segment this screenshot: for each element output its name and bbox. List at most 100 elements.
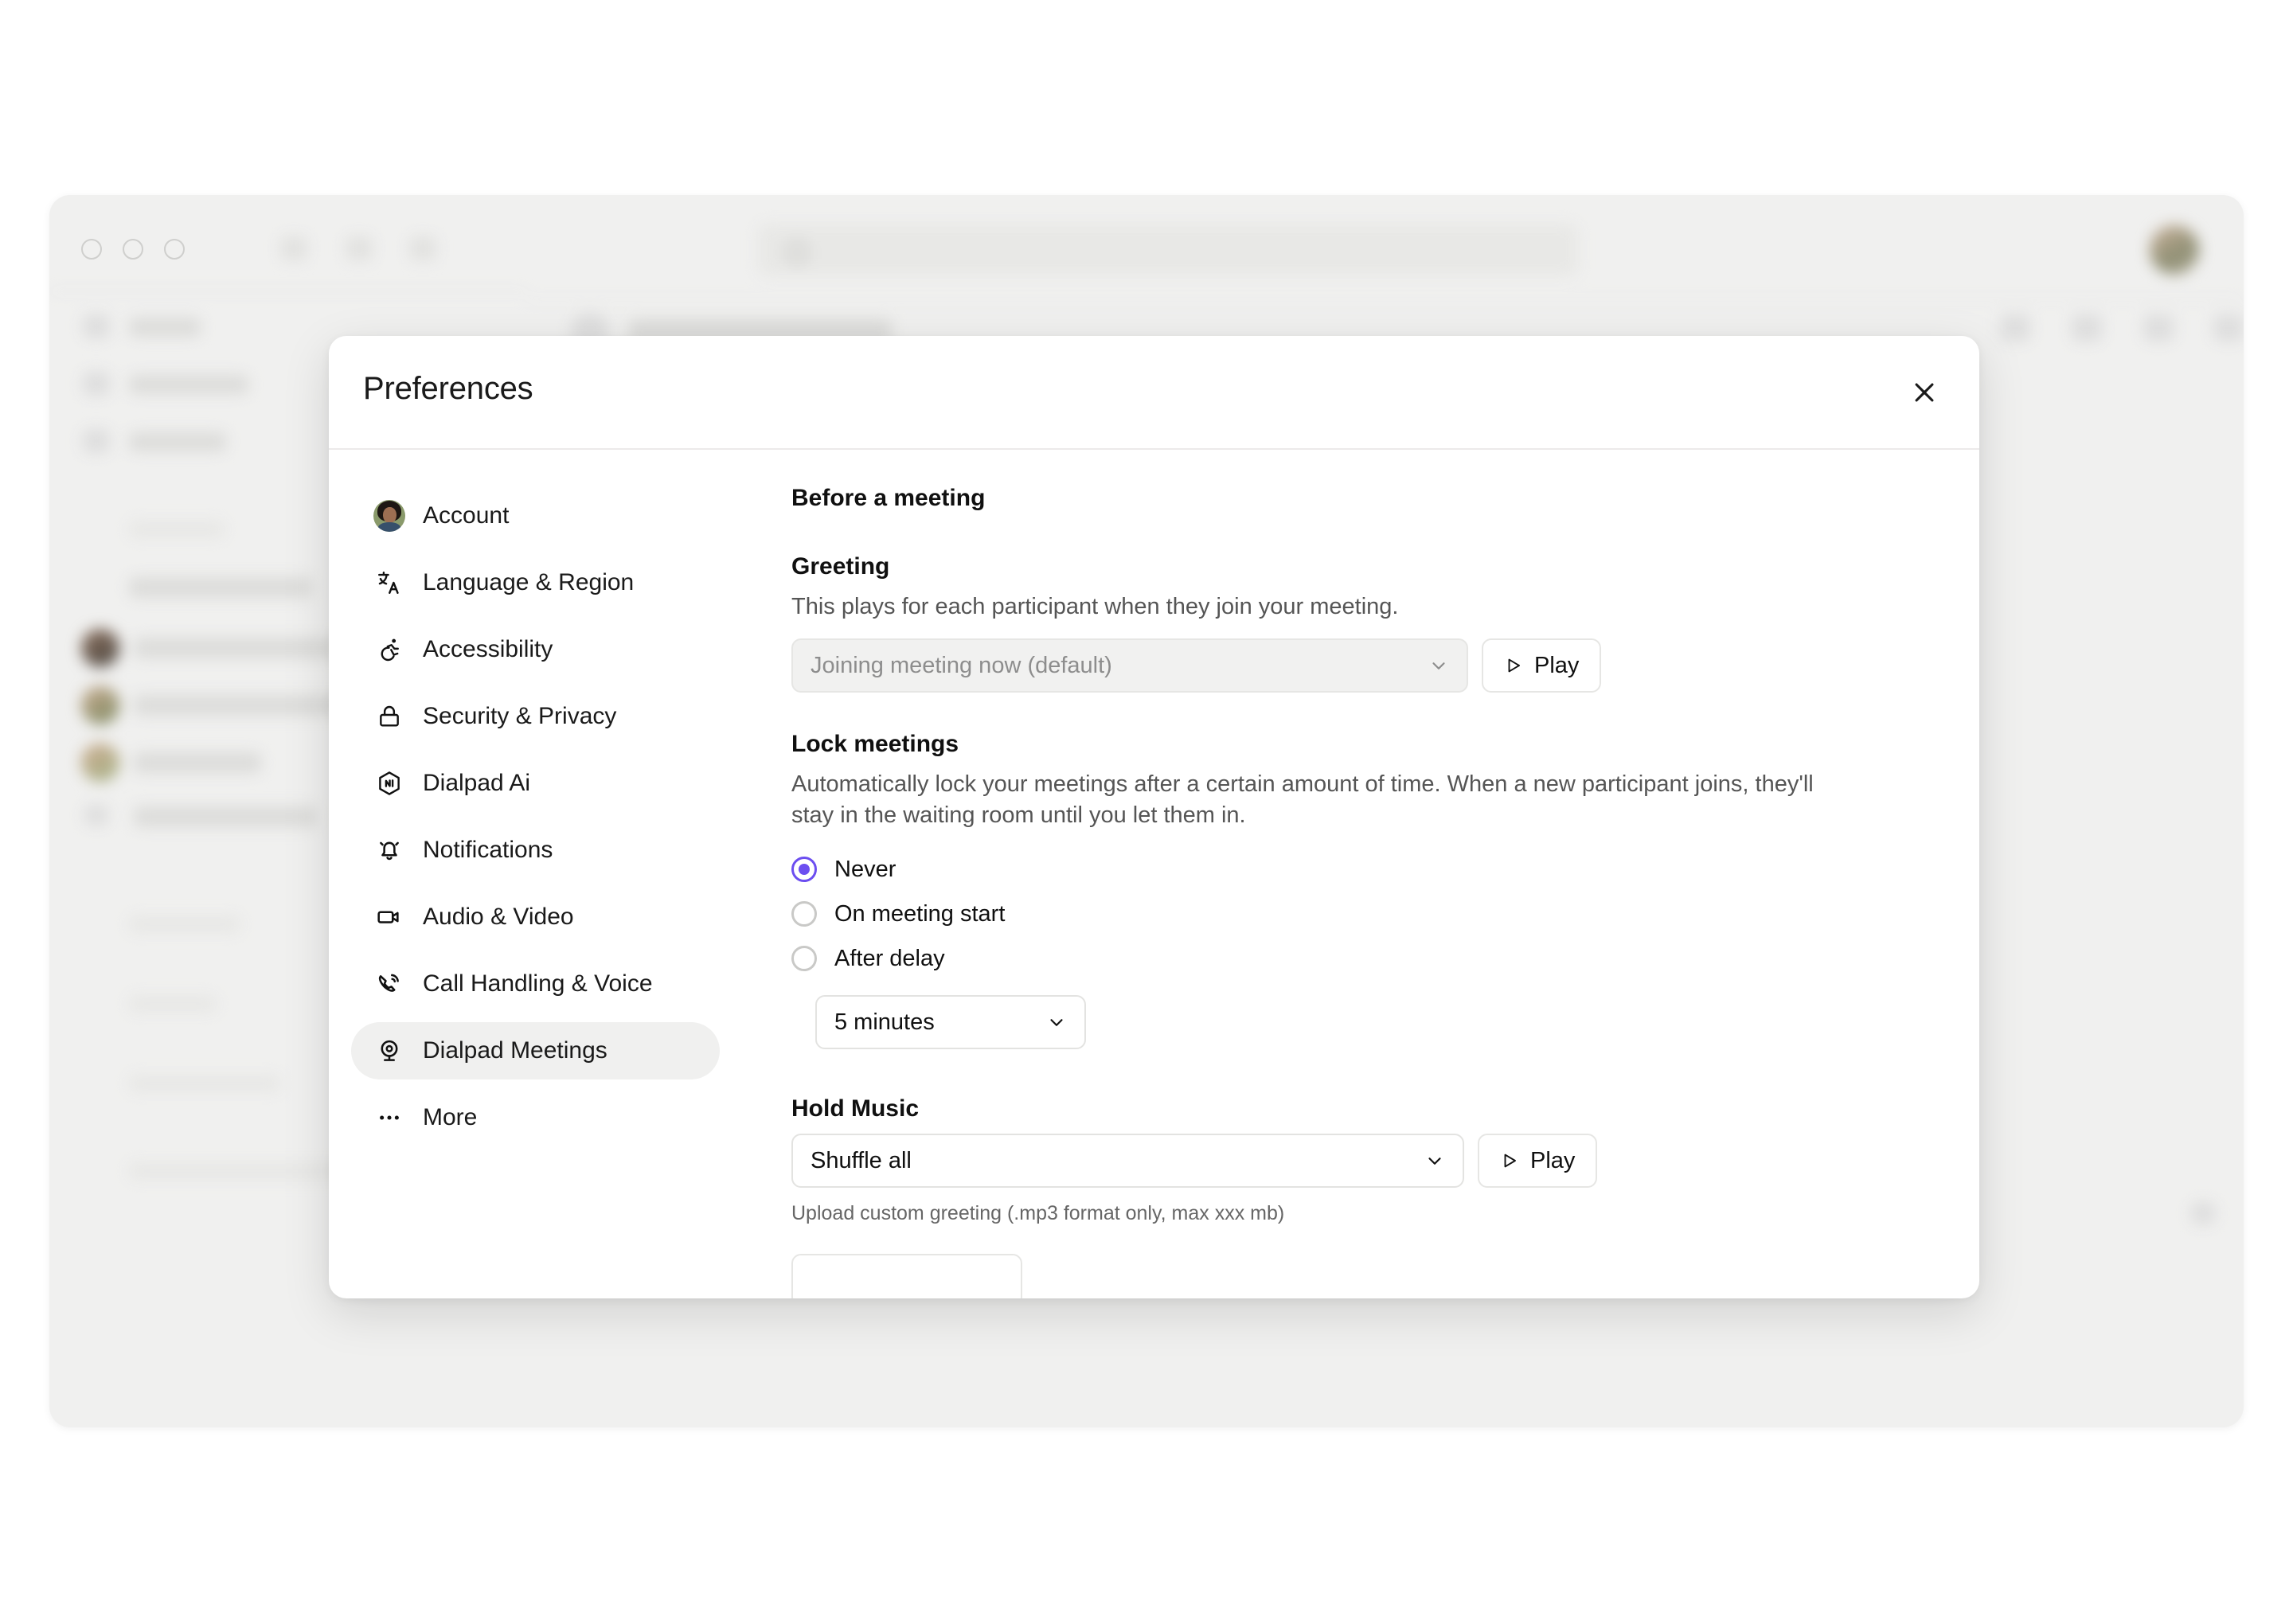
lock-meetings-description: Automatically lock your meetings after a… bbox=[791, 771, 1814, 829]
chevron-down-icon bbox=[1046, 1012, 1067, 1033]
section-header-blob bbox=[129, 521, 225, 537]
greeting-description: This plays for each participant when the… bbox=[791, 594, 1399, 619]
section-header-blob bbox=[129, 996, 217, 1012]
chevron-down-icon bbox=[1428, 655, 1449, 676]
dialog-header: Preferences bbox=[329, 336, 1979, 450]
main-divider bbox=[527, 299, 2244, 300]
sidebar-item-label: Dialpad Meetings bbox=[423, 1037, 607, 1064]
window-minimize-button[interactable] bbox=[123, 239, 143, 260]
video-camera-icon bbox=[373, 901, 405, 933]
preferences-dialog: Preferences Account Language & Region Ac… bbox=[329, 336, 1979, 1298]
lock-meetings-radio-group: Never On meeting start After delay bbox=[791, 847, 1979, 981]
avatar bbox=[81, 686, 119, 724]
accessibility-icon bbox=[373, 634, 405, 666]
sidebar-item-label: Language & Region bbox=[423, 569, 635, 595]
chevron-down-icon bbox=[1424, 1150, 1445, 1171]
window-maximize-button[interactable] bbox=[164, 239, 185, 260]
radio-indicator[interactable] bbox=[791, 946, 817, 972]
action-icon-blob bbox=[2072, 314, 2102, 342]
action-icon-blob bbox=[2000, 314, 2030, 342]
search-icon bbox=[786, 241, 808, 264]
list-item-blob bbox=[129, 577, 312, 598]
sidebar-item-label: Accessibility bbox=[423, 636, 553, 662]
sidebar-item-label: Notifications bbox=[423, 837, 553, 863]
account-avatar-blob bbox=[2150, 225, 2199, 275]
upload-button-partial[interactable] bbox=[791, 1254, 1022, 1298]
hold-music-select-value: Shuffle all bbox=[811, 1147, 912, 1173]
close-icon[interactable] bbox=[1901, 369, 1947, 416]
list-item-blob bbox=[134, 752, 261, 773]
sidebar-item-label: Audio & Video bbox=[423, 904, 574, 930]
sidebar-item-notifications[interactable]: Notifications bbox=[351, 822, 720, 879]
avatar bbox=[81, 744, 119, 782]
sidebar-item-label: Call Handling & Voice bbox=[423, 970, 653, 997]
lock-meetings-title: Lock meetings bbox=[791, 731, 959, 758]
sidebar-item-label: Account bbox=[423, 502, 510, 529]
hold-music-row: Shuffle all Play bbox=[791, 1134, 1979, 1189]
action-icon-blob bbox=[2213, 314, 2244, 342]
greeting-select[interactable]: Joining meeting now (default) bbox=[791, 638, 1468, 693]
radio-label: On meeting start bbox=[834, 900, 1006, 927]
sidebar-item-label: More bbox=[423, 1104, 478, 1130]
sidebar-item-accessibility[interactable]: Accessibility bbox=[351, 621, 720, 678]
hold-music-play-label: Play bbox=[1530, 1147, 1576, 1173]
bell-icon bbox=[373, 834, 405, 866]
sidebar-item-more[interactable]: More bbox=[351, 1089, 720, 1146]
greeting-title: Greeting bbox=[791, 553, 890, 580]
hold-music-play-button[interactable]: Play bbox=[1478, 1134, 1598, 1189]
sidebar-item-dialpad-meetings[interactable]: Dialpad Meetings bbox=[351, 1022, 720, 1079]
nav-label-blob bbox=[129, 375, 248, 394]
list-item-blob bbox=[134, 806, 317, 827]
greeting-play-label: Play bbox=[1534, 652, 1580, 678]
screen: Preferences Account Language & Region Ac… bbox=[0, 0, 2293, 1624]
composer-icon-blob bbox=[2191, 1202, 2215, 1224]
section-header-blob bbox=[129, 916, 240, 932]
sidebar-item-label: Dialpad Ai bbox=[423, 770, 531, 796]
nav-icon-blob bbox=[84, 805, 108, 826]
greeting-row: Joining meeting now (default) Play bbox=[791, 638, 1979, 693]
radio-label: Never bbox=[834, 856, 896, 882]
greeting-select-value: Joining meeting now (default) bbox=[811, 652, 1112, 678]
play-icon bbox=[1504, 655, 1523, 676]
sidebar-item-call-handling-voice[interactable]: Call Handling & Voice bbox=[351, 955, 720, 1013]
webcam-icon bbox=[373, 1035, 405, 1067]
hold-music-title: Hold Music bbox=[791, 1095, 920, 1122]
sidebar-item-account[interactable]: Account bbox=[351, 487, 720, 545]
upload-note: Upload custom greeting (.mp3 format only… bbox=[791, 1202, 1285, 1225]
avatar bbox=[81, 629, 119, 667]
radio-option-on-meeting-start[interactable]: On meeting start bbox=[791, 892, 1979, 936]
radio-indicator[interactable] bbox=[791, 901, 817, 927]
toolbar-blob bbox=[409, 236, 436, 260]
sidebar-divider bbox=[49, 291, 527, 292]
toolbar-blob bbox=[280, 236, 307, 260]
window-traffic-lights[interactable] bbox=[81, 239, 185, 260]
delay-select-value: 5 minutes bbox=[834, 1009, 935, 1035]
sidebar-item-audio-video[interactable]: Audio & Video bbox=[351, 888, 720, 946]
nav-label-blob bbox=[129, 432, 226, 451]
sidebar-item-label: Security & Privacy bbox=[423, 703, 617, 729]
nav-label-blob bbox=[129, 318, 201, 337]
radio-option-never[interactable]: Never bbox=[791, 847, 1979, 892]
window-close-button[interactable] bbox=[81, 239, 102, 260]
section-title: Before a meeting bbox=[791, 485, 986, 511]
delay-select[interactable]: 5 minutes bbox=[815, 995, 1086, 1050]
translate-icon bbox=[373, 567, 405, 599]
dialog-body: Account Language & Region Accessibility … bbox=[329, 450, 1979, 1298]
nav-icon-blob bbox=[83, 314, 110, 338]
hold-music-select[interactable]: Shuffle all bbox=[791, 1134, 1464, 1189]
radio-label: After delay bbox=[834, 945, 945, 971]
nav-icon-blob bbox=[83, 429, 110, 453]
page-title: Preferences bbox=[363, 371, 533, 406]
phone-ring-icon bbox=[373, 968, 405, 1000]
sidebar-item-language-region[interactable]: Language & Region bbox=[351, 554, 720, 611]
section-header-blob bbox=[129, 1076, 280, 1091]
user-avatar bbox=[373, 500, 405, 532]
radio-indicator[interactable] bbox=[791, 857, 817, 883]
sidebar-item-dialpad-ai[interactable]: Dialpad Ai bbox=[351, 755, 720, 812]
ellipsis-icon bbox=[373, 1102, 405, 1134]
list-item-blob bbox=[134, 638, 341, 658]
sidebar-item-security-privacy[interactable]: Security & Privacy bbox=[351, 688, 720, 745]
greeting-play-button[interactable]: Play bbox=[1482, 638, 1602, 693]
action-icon-blob bbox=[2143, 314, 2174, 342]
radio-option-after-delay[interactable]: After delay bbox=[791, 936, 1979, 981]
